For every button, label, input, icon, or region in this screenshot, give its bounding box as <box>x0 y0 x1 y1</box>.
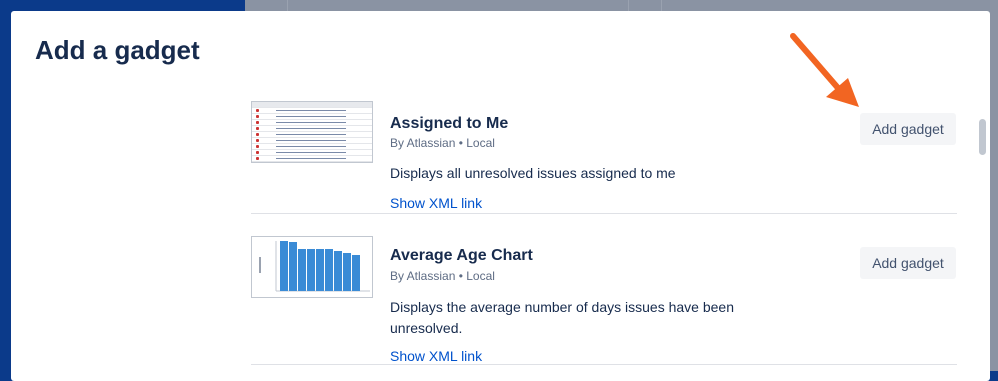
show-xml-link[interactable]: Show XML link <box>390 348 482 364</box>
gadget-description: Displays the average number of days issu… <box>390 299 734 336</box>
add-gadget-dialog: Add a gadget Assigned to Me By Atlassian… <box>11 11 990 381</box>
scrollbar[interactable] <box>975 91 987 381</box>
show-xml-link[interactable]: Show XML link <box>390 195 482 211</box>
gadget-title: Assigned to Me <box>390 115 509 132</box>
scrollbar-thumb[interactable] <box>979 119 986 155</box>
gadget-list: Assigned to Me By Atlassian • Local Disp… <box>251 91 957 365</box>
dialog-title: Add a gadget <box>35 35 200 65</box>
add-gadget-button[interactable]: Add gadget <box>860 113 956 145</box>
gadget-author: By Atlassian • Local <box>390 269 495 283</box>
gadget-thumbnail <box>251 236 373 298</box>
gadget-item: Average Age Chart By Atlassian • Local D… <box>251 214 957 365</box>
gadget-thumbnail <box>251 101 373 163</box>
gadget-description: Displays all unresolved issues assigned … <box>390 165 676 181</box>
gadget-title: Average Age Chart <box>390 247 533 264</box>
add-gadget-button[interactable]: Add gadget <box>860 247 956 279</box>
gadget-item: Assigned to Me By Atlassian • Local Disp… <box>251 91 957 214</box>
gadget-author: By Atlassian • Local <box>390 136 495 150</box>
